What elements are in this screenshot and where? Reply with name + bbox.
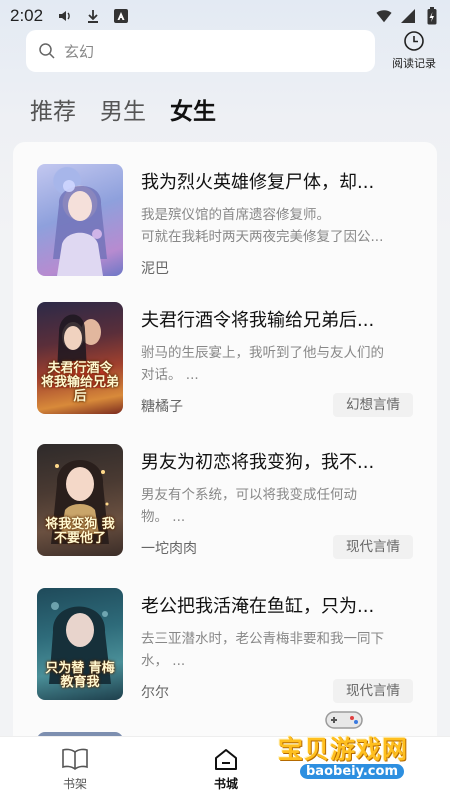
genre-tag: 幻想言情 — [333, 393, 413, 417]
search-icon — [39, 43, 55, 59]
reading-history-label: 阅读记录 — [392, 57, 436, 70]
clock-icon — [404, 31, 424, 51]
book-item[interactable]: 将我变狗 我不要他了 男友为初恋将我变狗，我不... 男友有个系统，可以将我变成… — [13, 444, 437, 574]
book-title: 男友为初恋将我变狗，我不... — [141, 452, 375, 473]
book-description: 去三亚潜水时，老公青梅非要和我一同下 水， ... — [141, 631, 384, 669]
book-item[interactable]: 夫君行酒令 将我输给兄弟后 夫君行酒令将我输给兄弟后... 驸马的生辰宴上，我听… — [13, 302, 437, 432]
gamepad-icon — [325, 711, 363, 729]
watermark-brand: 宝贝游戏网 — [278, 735, 409, 764]
wifi-icon — [376, 8, 392, 24]
book-cover[interactable]: 只为替 青梅教育我 — [37, 588, 123, 700]
book-author: 尔尔 — [141, 685, 169, 701]
genre-tag: 现代言情 — [333, 535, 413, 559]
watermark-url: baobeiy.com — [300, 764, 404, 779]
book-title: 夫君行酒令将我输给兄弟后... — [141, 310, 375, 331]
book-list: 我为烈火英雄修复尸体，却... 我是殡仪馆的首席遗容修复师。 可就在我耗时两天两… — [13, 142, 437, 736]
nav-bookstore[interactable]: 书城 — [196, 747, 256, 792]
search-input[interactable]: 玄幻 — [26, 30, 375, 72]
book-author: 泥巴 — [141, 261, 169, 277]
cover-title: 夫君行酒令 将我输给兄弟后 — [41, 361, 120, 404]
book-title: 老公把我活淹在鱼缸，只为... — [141, 596, 375, 617]
battery-icon — [424, 7, 440, 25]
reading-history-button[interactable]: 阅读记录 — [386, 30, 442, 74]
category-tabs: 推荐 男生 女生 — [30, 92, 216, 126]
status-bar: 2:02 — [0, 0, 450, 32]
book-title: 我为烈火英雄修复尸体，却... — [141, 172, 375, 193]
book-description: 驸马的生辰宴上，我听到了他与友人们的 对话。 ... — [141, 345, 384, 383]
book-cover[interactable] — [37, 164, 123, 276]
cover-art — [53, 180, 107, 276]
status-time: 2:02 — [10, 6, 44, 25]
book-cover[interactable]: 夫君行酒令 将我输给兄弟后 — [37, 302, 123, 414]
watermark-logo: 宝贝游戏网 baobeiy.com — [270, 708, 430, 792]
book-description: 男友有个系统，可以将我变成任何动 物。 ... — [141, 487, 357, 525]
genre-tag: 现代言情 — [333, 679, 413, 703]
nav-bookshelf[interactable]: 书架 — [45, 747, 105, 792]
book-author: 糖橘子 — [141, 399, 183, 415]
tab-recommended[interactable]: 推荐 — [30, 92, 76, 126]
book-item[interactable]: 我为烈火英雄修复尸体，却... 我是殡仪馆的首席遗容修复师。 可就在我耗时两天两… — [13, 164, 437, 294]
volume-icon — [57, 8, 73, 24]
nav-bookshelf-label: 书架 — [62, 777, 87, 791]
signal-icon — [400, 8, 416, 24]
book-author: 一坨肉肉 — [141, 541, 197, 557]
search-query-text: 玄幻 — [64, 42, 95, 61]
tab-male[interactable]: 男生 — [100, 92, 146, 126]
cover-title: 将我变狗 我不要他了 — [45, 517, 115, 546]
app-notification-icon — [113, 8, 129, 24]
book-open-icon — [62, 748, 88, 770]
tab-female[interactable]: 女生 — [170, 92, 216, 126]
nav-bookstore-label: 书城 — [213, 777, 238, 791]
book-description: 我是殡仪馆的首席遗容修复师。 可就在我耗时两天两夜完美修复了因公... — [141, 207, 384, 245]
book-item[interactable]: 只为替 青梅教育我 老公把我活淹在鱼缸，只为... 去三亚潜水时，老公青梅非要和… — [13, 588, 437, 718]
download-icon — [85, 8, 101, 24]
cover-title: 只为替 青梅教育我 — [45, 661, 115, 690]
book-cover[interactable]: 将我变狗 我不要他了 — [37, 444, 123, 556]
home-icon — [215, 749, 237, 770]
